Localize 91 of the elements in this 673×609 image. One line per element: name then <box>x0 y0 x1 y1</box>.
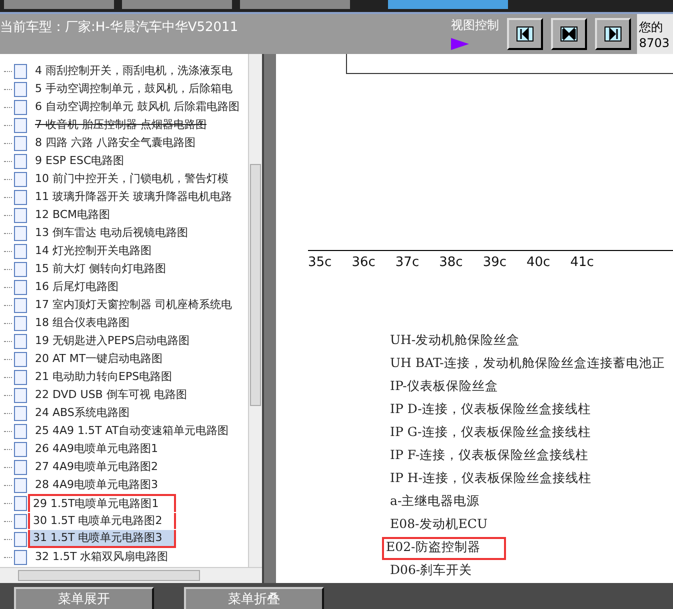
info-text: 您的 <box>639 18 664 36</box>
view-button[interactable] <box>551 18 587 50</box>
document-icon <box>14 514 27 528</box>
split-view-icon <box>516 25 534 43</box>
legend-text: IP G-连接，仪表板保险丝盒接线柱 <box>389 423 592 441</box>
toolbar-button[interactable] <box>388 0 508 9</box>
tree-item[interactable]: 10 前门中控开关，门锁电机，警告灯模 <box>32 171 232 187</box>
horizontal-scrollbar[interactable] <box>0 567 262 583</box>
document-icon <box>14 190 27 204</box>
axis-label: 40c <box>526 255 550 270</box>
tree-item[interactable]: 17 室内顶灯天窗控制器 司机座椅系统电 <box>32 297 235 313</box>
toolbar-button[interactable] <box>240 0 350 9</box>
tree-item[interactable]: 5 手动空调控制单元，鼓风机，后除箱电 <box>32 81 236 97</box>
document-icon <box>14 280 27 294</box>
tree-item[interactable]: 11 玻璃升降器开关 玻璃升降器电机电路 <box>32 189 235 205</box>
legend-text: E02-防盗控制器 <box>382 537 506 560</box>
document-icon <box>14 370 27 384</box>
document-icon <box>14 244 27 258</box>
tree-item[interactable]: 19 无钥匙进入PEPS启动电路图 <box>32 333 193 349</box>
tree-item[interactable]: 7 收音机 胎压控制器 点烟器电路图 <box>32 117 210 133</box>
document-icon <box>14 424 27 438</box>
tree-item[interactable]: 12 BCM电路图 <box>32 207 114 223</box>
axis-label: 37c <box>395 255 420 270</box>
tree-item[interactable]: 13 倒车雷达 电动后视镜电路图 <box>32 225 191 241</box>
document-icon <box>14 334 27 348</box>
tree-item[interactable]: 9 ESP ESC电路图 <box>32 153 128 169</box>
document-icon <box>14 352 27 366</box>
tree-item[interactable]: 8 四路 六路 八路安全气囊电路图 <box>32 135 198 151</box>
legend-text: IP F-连接，仪表板保险丝盒接线柱 <box>389 446 590 464</box>
toolbar-button[interactable] <box>122 0 232 9</box>
tree-item[interactable]: 6 自动空调控制单元 鼓风机 后除霜电路图 <box>32 99 242 115</box>
document-icon <box>14 550 27 564</box>
document-icon <box>14 262 27 276</box>
splitter-handle[interactable] <box>262 54 276 583</box>
document-icon <box>14 172 27 186</box>
vertical-scrollbar[interactable] <box>248 54 262 567</box>
document-icon <box>14 136 27 150</box>
tree-item[interactable]: 14 灯光控制开关电路图 <box>32 243 154 259</box>
axis-label: 36c <box>352 255 376 270</box>
document-icon <box>14 154 27 168</box>
document-icon <box>14 64 27 78</box>
tree-item[interactable]: 32 1.5T 水箱双风扇电路图 <box>32 549 172 565</box>
legend-text: IP H-连接，仪表板保险丝盒接线柱 <box>389 469 592 487</box>
document-icon <box>14 442 27 456</box>
toolbar-button[interactable] <box>4 0 114 9</box>
info-text: 8703 <box>639 36 671 50</box>
document-icon <box>14 316 27 330</box>
document-icon <box>14 298 27 312</box>
document-icon <box>14 82 27 96</box>
tree-item[interactable]: 21 电动助力转向EPS电路图 <box>32 369 176 385</box>
document-icon <box>14 208 27 222</box>
tree-item[interactable]: 27 4A9电喷单元电路图2 <box>32 459 162 475</box>
legend-text: UH BAT-连接，发动机舱保险丝盒连接蓄电池正 <box>389 354 666 372</box>
play-icon <box>451 38 469 50</box>
document-icon <box>14 388 27 402</box>
tree-item[interactable]: 28 4A9电喷单元电路图3 <box>32 477 162 493</box>
legend-text: IP D-连接，仪表板保险丝盒接线柱 <box>389 400 592 418</box>
axis-label: 38c <box>439 255 463 270</box>
axis-label: 35c <box>308 255 332 270</box>
legend-text: UH-发动机舱保险丝盒 <box>389 331 521 349</box>
tree-item[interactable]: 15 前大灯 侧转向灯电路图 <box>32 261 169 277</box>
document-icon <box>14 532 27 546</box>
axis-label: 39c <box>482 255 507 270</box>
document-icon <box>14 100 27 114</box>
car-model-label: 当前车型：厂家:H-华晨汽车中华V52011 <box>0 19 238 36</box>
legend-text: a-主继电器电源 <box>389 492 481 510</box>
document-icon <box>14 118 27 132</box>
tree-item[interactable]: 20 AT MT一键启动电路图 <box>32 351 166 367</box>
view-button[interactable] <box>595 18 631 50</box>
tree-item[interactable]: 16 后尾灯电路图 <box>32 279 122 295</box>
tree-item[interactable]: 18 组合仪表电路图 <box>32 315 132 331</box>
tree-item[interactable]: 31 1.5T 电喷单元电路图3 <box>28 530 176 548</box>
tree-item[interactable]: 25 4A9 1.5T AT自动变速箱单元电路图 <box>32 423 232 439</box>
legend-text: D06-刹车开关 <box>389 561 474 579</box>
split-view-icon <box>604 25 622 43</box>
split-view-icon <box>560 25 578 43</box>
tree-item[interactable]: 4 雨刮控制开关，雨刮电机，洗涤液泵电 <box>32 63 236 79</box>
document-icon <box>14 460 27 474</box>
document-icon <box>14 478 27 492</box>
document-icon <box>14 496 27 510</box>
axis-label: 41c <box>570 255 594 270</box>
tree-item[interactable]: 22 DVD USB 倒车可视 电路图 <box>32 387 190 403</box>
tree-item[interactable]: 24 ABS系统电路图 <box>32 405 132 421</box>
document-icon <box>14 226 27 240</box>
legend-text: E08-发动机ECU <box>389 515 488 533</box>
document-icon <box>14 406 27 420</box>
legend-text: IP-仪表板保险丝盒 <box>389 377 499 395</box>
tree-item[interactable]: 29 1.5T电喷单元电路图1 <box>28 494 176 512</box>
view-control-label: 视图控制 <box>451 17 499 34</box>
view-button[interactable] <box>507 18 543 50</box>
tree-item[interactable]: 26 4A9电喷单元电路图1 <box>32 441 162 457</box>
